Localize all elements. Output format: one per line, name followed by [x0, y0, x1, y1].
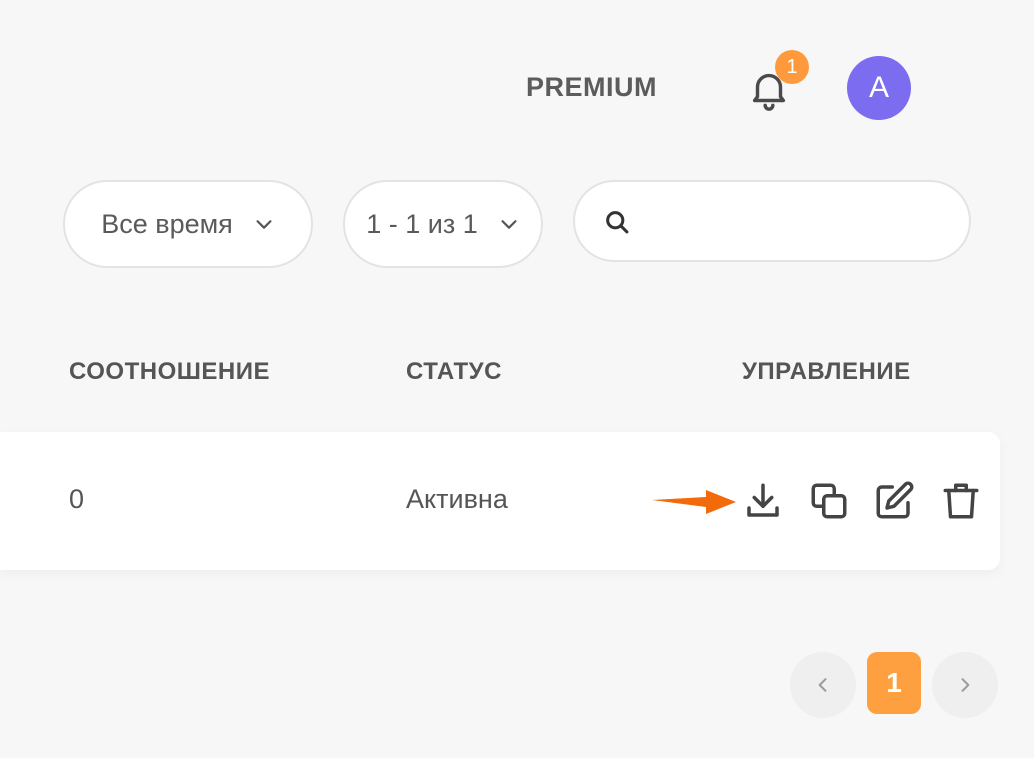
page-size-dropdown[interactable]: 1 - 1 из 1: [343, 180, 543, 268]
next-page-button[interactable]: [932, 652, 998, 718]
trash-icon: [943, 483, 979, 519]
search-box: [573, 180, 971, 262]
avatar[interactable]: A: [847, 56, 911, 120]
copy-button[interactable]: [808, 480, 850, 522]
premium-link[interactable]: PREMIUM: [526, 72, 657, 103]
prev-page-button[interactable]: [790, 652, 856, 718]
page-button-current[interactable]: 1: [867, 652, 921, 714]
chevron-right-icon: [961, 678, 970, 692]
column-header-ratio[interactable]: СООТНОШЕНИЕ: [69, 358, 270, 386]
chevron-left-icon: [818, 678, 827, 692]
column-header-control: УПРАВЛЕНИЕ: [742, 358, 911, 385]
search-input[interactable]: [645, 200, 949, 244]
chevron-down-icon: [501, 220, 517, 229]
period-dropdown[interactable]: Все время: [63, 180, 313, 268]
delete-button[interactable]: [940, 480, 982, 522]
download-icon: [747, 483, 779, 517]
table-row: 0 Активна: [0, 432, 1000, 570]
copy-icon: [811, 483, 847, 519]
search-icon: [606, 211, 629, 234]
cell-status: Активна: [406, 484, 508, 514]
cell-ratio: 0: [69, 484, 85, 514]
chevron-down-icon: [256, 220, 272, 229]
edit-icon: [876, 481, 914, 519]
download-button[interactable]: [742, 480, 784, 522]
period-dropdown-value: Все время: [101, 208, 233, 239]
notification-badge: 1: [775, 50, 809, 84]
page-size-dropdown-value: 1 - 1 из 1: [366, 208, 478, 239]
arrow-annotation-icon: [652, 490, 736, 514]
edit-button[interactable]: [873, 480, 915, 522]
column-header-status[interactable]: СТАТУС: [406, 358, 502, 386]
